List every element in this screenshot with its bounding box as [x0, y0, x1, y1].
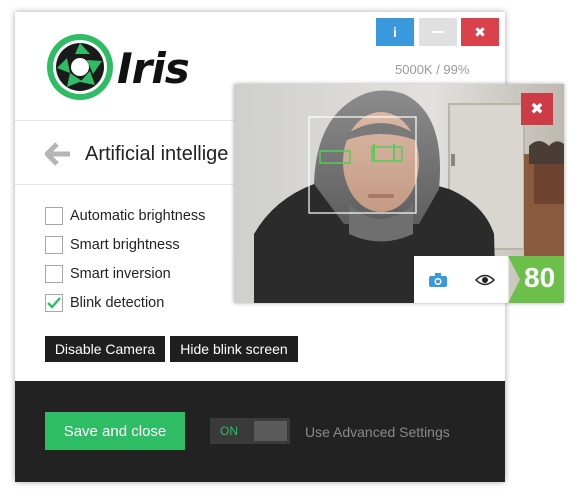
aperture-logo-icon [47, 34, 113, 100]
option-automatic-brightness[interactable]: Automatic brightness [45, 207, 205, 225]
footer-bar: Save and close ON Use Advanced Settings [15, 381, 505, 482]
color-temperature-status: 5000K / 99% [395, 62, 470, 77]
blink-score-badge: 80 [508, 256, 564, 303]
blink-score-value: 80 [524, 262, 556, 293]
eye-icon [474, 274, 495, 285]
info-button[interactable]: i [376, 18, 414, 46]
save-and-close-button[interactable]: Save and close [45, 412, 185, 450]
close-button[interactable]: ✖ [461, 18, 499, 46]
advanced-settings-label: Use Advanced Settings [305, 424, 450, 440]
page-title: Artificial intellige [85, 143, 229, 165]
close-icon: ✖ [530, 101, 544, 118]
minimize-icon [432, 31, 444, 33]
option-label: Automatic brightness [70, 208, 206, 224]
option-smart-inversion[interactable]: Smart inversion [45, 265, 171, 283]
camera-snapshot-button[interactable] [414, 256, 462, 303]
option-label: Smart inversion [70, 266, 171, 282]
camera-close-button[interactable]: ✖ [521, 93, 553, 125]
brand-name: Iris [117, 44, 190, 93]
option-label: Smart brightness [70, 237, 180, 253]
checkbox-checked[interactable] [45, 294, 63, 312]
option-blink-detection[interactable]: Blink detection [45, 294, 164, 312]
advanced-settings-toggle[interactable]: ON [210, 418, 290, 444]
eye-view-button[interactable] [461, 256, 509, 303]
checkbox[interactable] [45, 265, 63, 283]
toggle-knob [254, 421, 287, 441]
toggle-state-label: ON [220, 424, 238, 438]
option-smart-brightness[interactable]: Smart brightness [45, 236, 180, 254]
camera-icon [428, 272, 447, 287]
option-label: Blink detection [70, 295, 165, 311]
camera-preview-panel: ✖ 80 [234, 84, 564, 303]
checkmark-icon [47, 297, 61, 309]
close-icon: ✖ [474, 23, 486, 40]
checkbox[interactable] [45, 236, 63, 254]
minimize-button[interactable] [419, 18, 457, 46]
hide-blink-screen-button[interactable]: Hide blink screen [170, 336, 298, 362]
back-arrow-icon[interactable] [45, 142, 71, 166]
checkbox[interactable] [45, 207, 63, 225]
info-icon: i [393, 24, 397, 40]
disable-camera-button[interactable]: Disable Camera [45, 336, 165, 362]
